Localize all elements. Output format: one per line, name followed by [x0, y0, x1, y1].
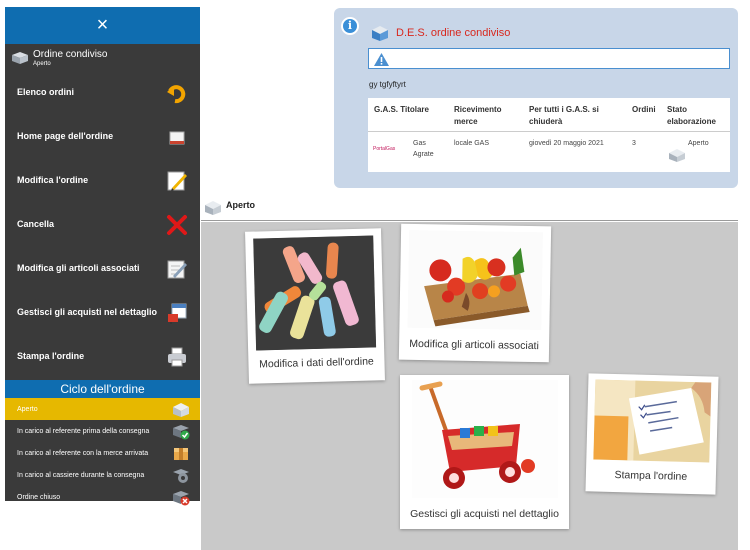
- printer-icon: [168, 347, 186, 367]
- panel-title: D.E.S. ordine condiviso: [396, 27, 511, 39]
- column-header: G.A.S. Titolare: [374, 105, 429, 114]
- state-label: Aperto: [226, 200, 255, 210]
- warning-box: [368, 48, 730, 69]
- phase-cassiere-consegna[interactable]: In carico al cassiere durante la consegn…: [5, 464, 200, 486]
- state-bar: Aperto: [201, 196, 738, 221]
- ordini-value: 3: [632, 140, 636, 147]
- sidebar-item-label: Cancella: [17, 219, 55, 229]
- phase-referente-prima-consegna[interactable]: In carico al referente prima della conse…: [5, 420, 200, 442]
- sidebar-item-label: Gestisci gli acquisti nel dettaglio: [17, 307, 158, 317]
- order-note: gy tgfyftyrt: [369, 80, 406, 89]
- sidebar-item-stampa[interactable]: Stampa l'ordine: [5, 336, 200, 376]
- home-page-icon: [169, 131, 185, 145]
- order-type-title: Ordine condiviso: [33, 49, 108, 60]
- gas-table: G.A.S. Titolare Ricevimento merce Per tu…: [368, 98, 730, 172]
- column-header: Ordini: [632, 105, 656, 114]
- toy-walker-photo: [412, 380, 558, 498]
- gas-name: Gas Agrate: [413, 140, 434, 158]
- check-box-icon: [173, 425, 190, 440]
- column-header: Per tutti i G.A.S. si chiuderà: [529, 105, 599, 126]
- sidebar-item-label: Stampa l'ordine: [17, 351, 85, 361]
- warning-icon: [374, 53, 389, 66]
- phase-label: Aperto: [17, 405, 38, 413]
- open-box-icon: [12, 52, 28, 64]
- open-box-icon: [669, 149, 685, 162]
- closed-box-icon: [173, 491, 190, 506]
- ricevimento-value: locale GAS: [454, 140, 490, 147]
- portalgas-logo: PortalGas: [373, 146, 396, 152]
- card-caption: Stampa l'ordine: [614, 469, 688, 483]
- table-divider: [368, 131, 730, 132]
- actions-area: Modifica i dati dell'ordine Modifica gli…: [201, 222, 738, 550]
- order-header: Ordine condiviso Aperto: [5, 44, 200, 72]
- card-caption: Gestisci gli acquisti nel dettaglio: [410, 508, 559, 520]
- phase-label: In carico al referente prima della conse…: [17, 427, 150, 435]
- sidebar-item-label: Home page dell'ordine: [17, 131, 114, 141]
- open-box-icon: [205, 201, 221, 215]
- shared-order-box-icon: [372, 26, 388, 41]
- column-header: Ricevimento merce: [454, 105, 502, 126]
- chalk-photo: [253, 235, 377, 351]
- chiusura-value: giovedì 20 maggio 2021: [529, 140, 604, 147]
- sidebar-item-modifica-articoli[interactable]: Modifica gli articoli associati: [5, 248, 200, 288]
- stato-value: Aperto: [688, 140, 709, 147]
- column-header: Stato elaborazione: [667, 105, 716, 126]
- card-stampa-ordine[interactable]: Stampa l'ordine: [585, 373, 719, 495]
- card-caption: Modifica i dati dell'ordine: [259, 355, 374, 371]
- gear-box-icon: [173, 469, 189, 483]
- edit-articles-icon: [167, 260, 187, 279]
- sidebar-item-label: Elenco ordini: [17, 87, 75, 97]
- close-sidebar-button[interactable]: ×: [5, 7, 200, 44]
- phase-aperto[interactable]: Aperto: [5, 398, 200, 420]
- sidebar-item-label: Modifica l'ordine: [17, 175, 89, 185]
- info-icon: i: [341, 17, 359, 35]
- card-modifica-articoli[interactable]: Modifica gli articoli associati: [398, 223, 552, 363]
- sidebar-item-home-page[interactable]: Home page dell'ordine: [5, 116, 200, 156]
- phase-label: In carico al referente con la merce arri…: [17, 449, 149, 457]
- shopping-list-photo: [593, 379, 712, 463]
- sidebar-item-cancella[interactable]: Cancella: [5, 204, 200, 244]
- vegetables-photo: [407, 229, 544, 331]
- package-icon: [174, 448, 188, 460]
- open-box-icon: [173, 403, 189, 417]
- phase-referente-merce-arrivata[interactable]: In carico al referente con la merce arri…: [5, 442, 200, 464]
- card-gestisci-acquisti[interactable]: Gestisci gli acquisti nel dettaglio: [400, 375, 569, 529]
- phase-label: Ordine chiuso: [17, 493, 61, 501]
- sidebar-item-modifica-ordine[interactable]: Modifica l'ordine: [5, 160, 200, 200]
- des-order-info-panel: i D.E.S. ordine condiviso gy tgfyftyrt G…: [334, 8, 738, 188]
- sidebar-item-elenco-ordini[interactable]: Elenco ordini: [5, 72, 200, 112]
- calendar-cart-icon: [168, 303, 187, 324]
- order-status-subtitle: Aperto: [33, 61, 51, 67]
- phase-label: In carico al cassiere durante la consegn…: [17, 471, 145, 479]
- sidebar-item-gestisci-acquisti[interactable]: Gestisci gli acquisti nel dettaglio: [5, 292, 200, 332]
- card-modifica-dati-ordine[interactable]: Modifica i dati dell'ordine: [245, 228, 385, 384]
- sidebar: × Ordine condiviso Aperto Elenco ordini …: [5, 7, 200, 506]
- order-cycle-title: Ciclo dell'ordine: [5, 380, 200, 398]
- card-caption: Modifica gli articoli associati: [409, 337, 539, 353]
- sidebar-item-label: Modifica gli articoli associati: [17, 263, 140, 273]
- phase-ordine-chiuso[interactable]: Ordine chiuso: [5, 486, 200, 508]
- edit-icon: [167, 171, 187, 191]
- undo-arrow-icon: [167, 85, 186, 104]
- delete-x-icon: [167, 215, 187, 235]
